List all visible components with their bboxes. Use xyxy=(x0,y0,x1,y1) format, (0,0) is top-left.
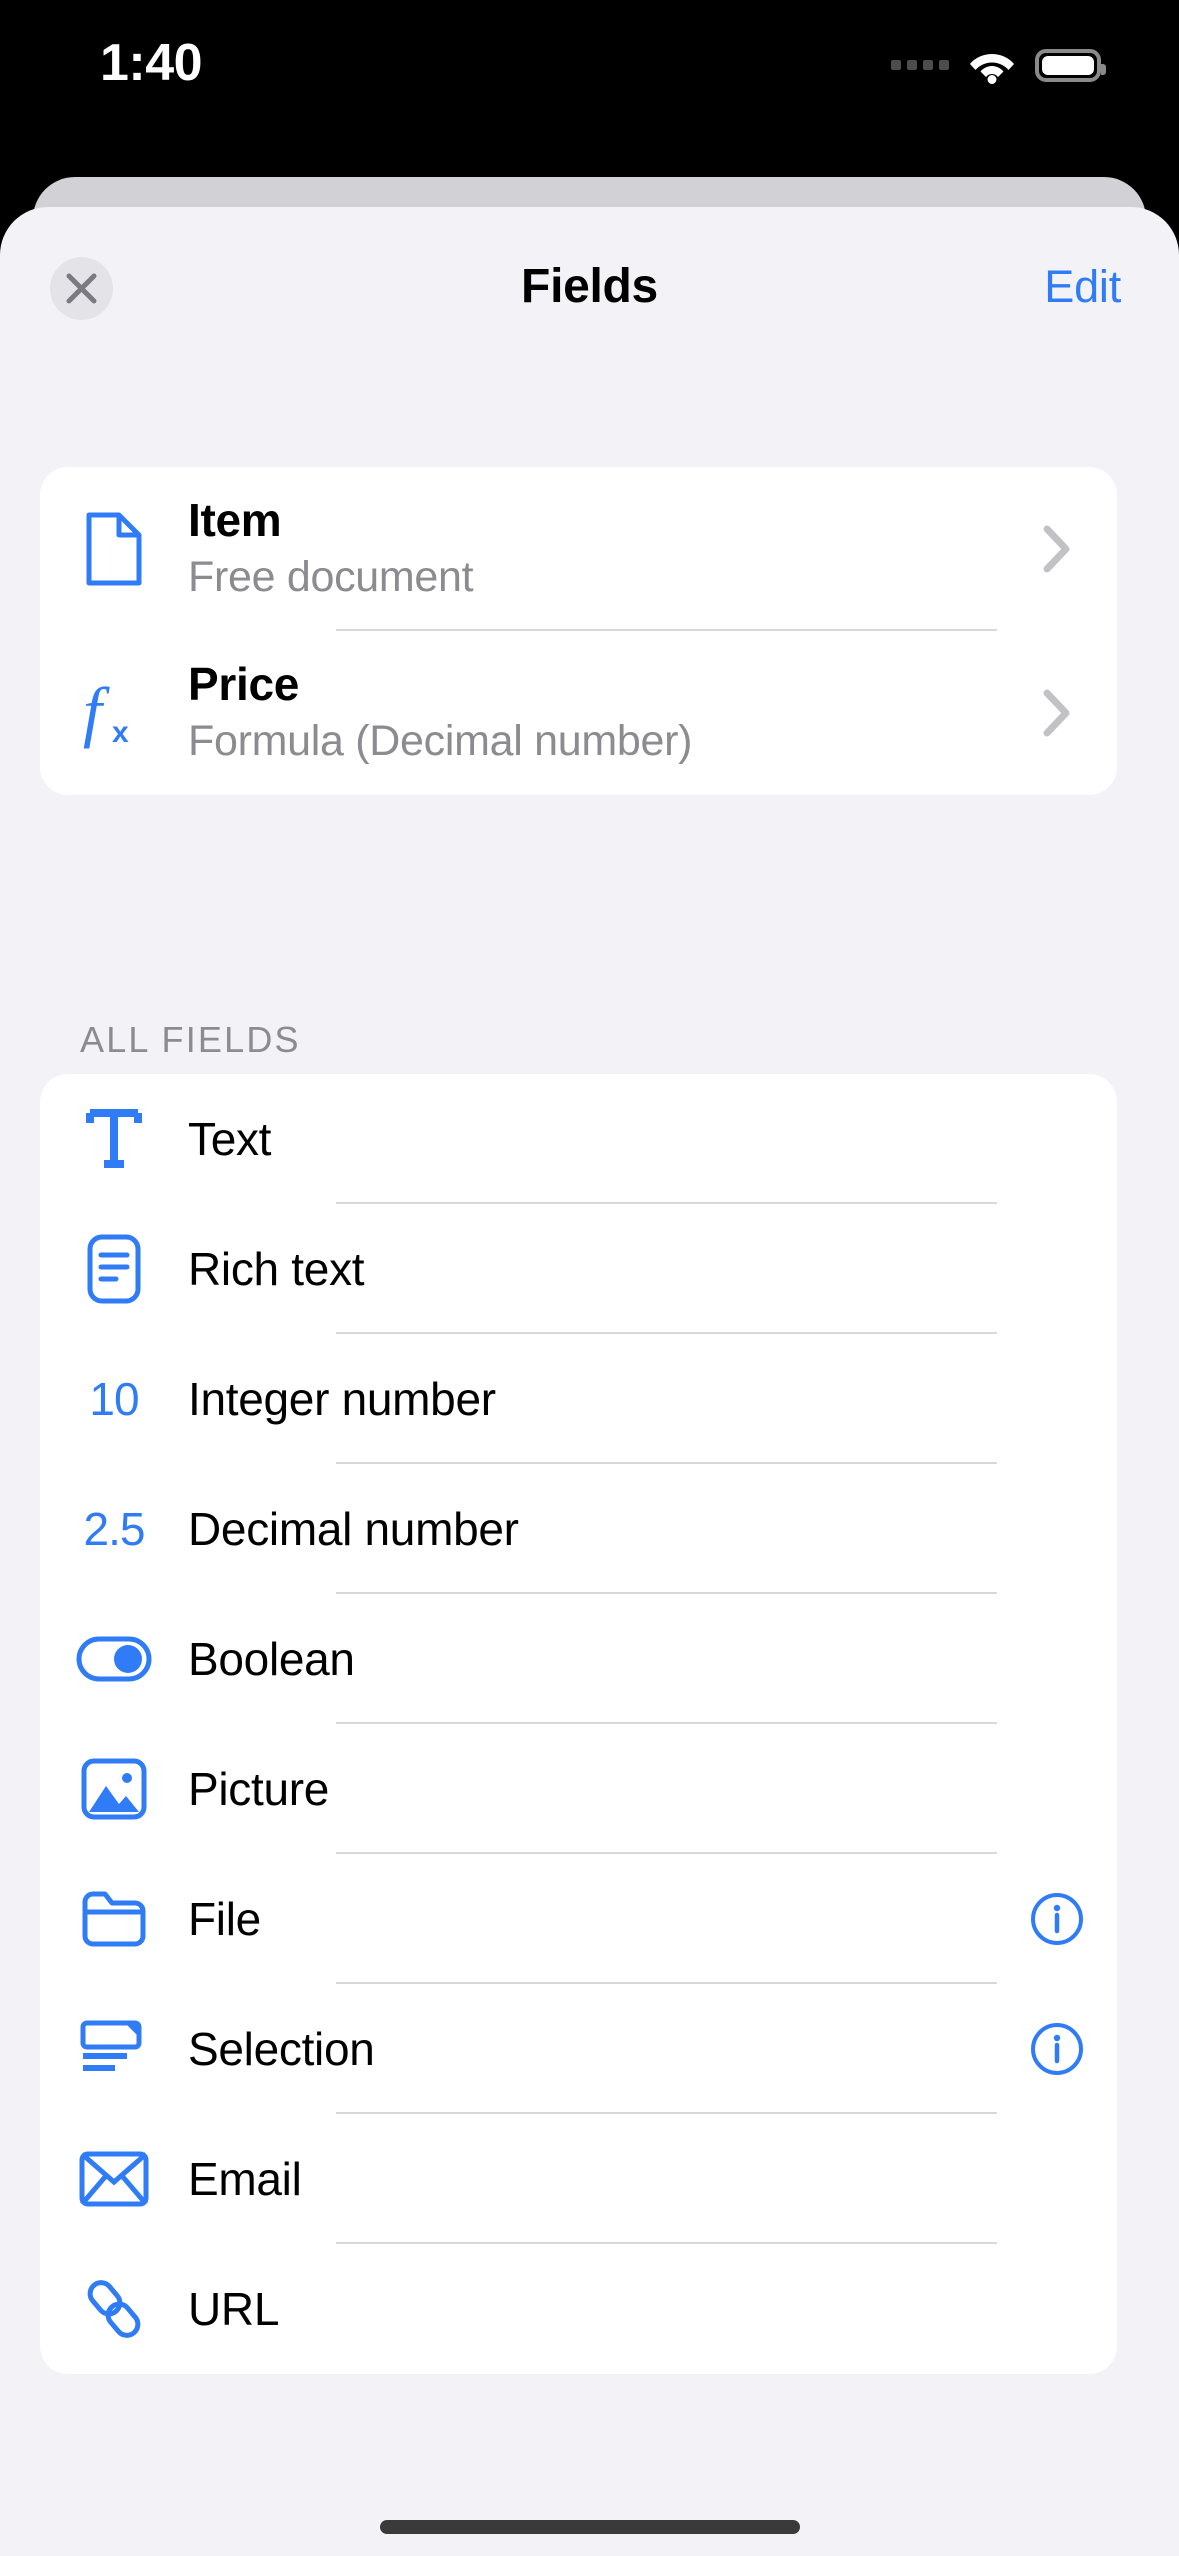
field-type-text: Text xyxy=(188,1074,997,1204)
integer-number-icon: 10 xyxy=(40,1334,188,1464)
fields-sheet: Fields Edit Item Free document f x Price… xyxy=(0,207,1179,2556)
page-title: Fields xyxy=(521,260,658,313)
field-type-label: Selection xyxy=(188,2023,375,2075)
field-type-label: Text xyxy=(188,1113,272,1165)
field-row-price[interactable]: f x Price Formula (Decimal number) xyxy=(40,631,1117,795)
field-type-row-url[interactable]: URL xyxy=(40,2244,1117,2374)
wifi-icon xyxy=(967,46,1017,84)
navigation-bar: Fields Edit xyxy=(0,207,1179,352)
rich-text-icon xyxy=(40,1204,188,1334)
field-type-row-text[interactable]: Text xyxy=(40,1074,1117,1204)
folder-icon xyxy=(40,1854,188,1984)
document-icon xyxy=(40,467,188,631)
text-t-icon xyxy=(40,1074,188,1204)
decimal-number-glyph: 2.5 xyxy=(83,1503,146,1555)
status-bar-time: 1:40 xyxy=(100,34,203,92)
current-fields-card: Item Free document f x Price Formula (De… xyxy=(40,467,1117,795)
battery-icon xyxy=(1035,48,1106,82)
info-circle-icon[interactable] xyxy=(997,2021,1117,2077)
field-type-row-decimal-number[interactable]: 2.5 Decimal number xyxy=(40,1464,1117,1594)
field-type-label: File xyxy=(188,1893,261,1945)
field-type-label: Decimal number xyxy=(188,1503,519,1555)
field-type-text: File xyxy=(188,1854,997,1984)
chevron-right-icon[interactable] xyxy=(997,688,1117,738)
field-title: Item xyxy=(188,493,282,546)
field-type-row-file[interactable]: File xyxy=(40,1854,1117,1984)
link-chain-icon xyxy=(40,2244,188,2374)
status-bar-indicators xyxy=(891,40,1106,90)
chevron-right-icon[interactable] xyxy=(997,524,1117,574)
field-type-text: Decimal number xyxy=(188,1464,997,1594)
all-fields-card: Text Rich text 10 Integer number 2.5 Dec… xyxy=(40,1074,1117,2374)
section-header-all-fields: ALL FIELDS xyxy=(80,1019,301,1060)
field-subtitle: Formula (Decimal number) xyxy=(188,717,693,766)
picture-icon xyxy=(40,1724,188,1854)
svg-text:x: x xyxy=(112,716,129,749)
field-type-row-rich-text[interactable]: Rich text xyxy=(40,1204,1117,1334)
toggle-switch-icon xyxy=(40,1594,188,1724)
field-type-row-boolean[interactable]: Boolean xyxy=(40,1594,1117,1724)
cellular-dots-icon xyxy=(891,60,949,70)
field-type-text: Picture xyxy=(188,1724,997,1854)
svg-text:f: f xyxy=(83,673,110,749)
formula-fx-icon: f x xyxy=(40,631,188,795)
field-type-text: Boolean xyxy=(188,1594,997,1724)
field-type-text: Rich text xyxy=(188,1204,997,1334)
integer-number-glyph: 10 xyxy=(89,1373,139,1425)
field-type-label: URL xyxy=(188,2283,280,2335)
home-indicator[interactable] xyxy=(379,2520,800,2534)
selection-list-icon xyxy=(40,1984,188,2114)
field-type-label: Picture xyxy=(188,1763,330,1815)
field-type-row-picture[interactable]: Picture xyxy=(40,1724,1117,1854)
field-type-text: Selection xyxy=(188,1984,997,2114)
envelope-icon xyxy=(40,2114,188,2244)
field-title: Price xyxy=(188,657,300,710)
decimal-number-icon: 2.5 xyxy=(40,1464,188,1594)
field-row-text: Price Formula (Decimal number) xyxy=(188,631,997,795)
field-type-label: Integer number xyxy=(188,1373,496,1425)
field-type-label: Email xyxy=(188,2153,302,2205)
field-type-label: Boolean xyxy=(188,1633,355,1685)
field-type-text: Integer number xyxy=(188,1334,997,1464)
field-row-item[interactable]: Item Free document xyxy=(40,467,1117,631)
info-circle-icon[interactable] xyxy=(997,1891,1117,1947)
field-type-row-selection[interactable]: Selection xyxy=(40,1984,1117,2114)
edit-button[interactable]: Edit xyxy=(1044,261,1121,313)
status-bar: 1:40 xyxy=(0,0,1179,150)
field-type-row-integer-number[interactable]: 10 Integer number xyxy=(40,1334,1117,1464)
field-type-row-email[interactable]: Email xyxy=(40,2114,1117,2244)
phone-screen: 1:40 Fields Edit Item Free document f x … xyxy=(0,0,1179,2556)
field-subtitle: Free document xyxy=(188,553,474,602)
field-type-text: Email xyxy=(188,2114,997,2244)
field-row-text: Item Free document xyxy=(188,467,997,631)
field-type-label: Rich text xyxy=(188,1243,365,1295)
field-type-text: URL xyxy=(188,2244,997,2374)
